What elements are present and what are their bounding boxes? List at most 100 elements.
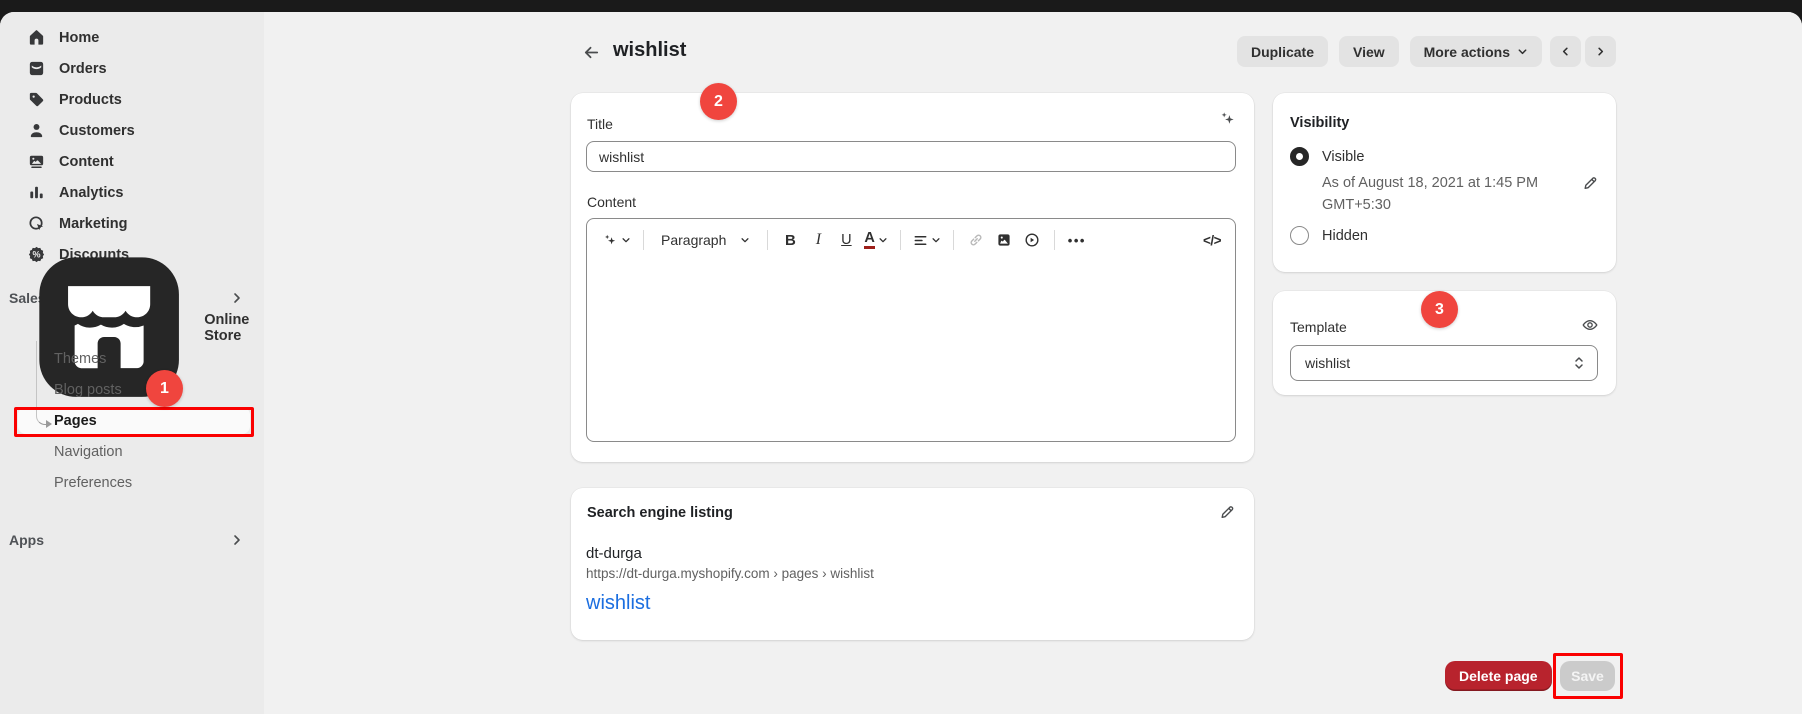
- chevron-down-icon: [740, 235, 750, 245]
- app-frame: Home Orders Products Customers Content A…: [0, 12, 1802, 714]
- more-tools-button[interactable]: •••: [1064, 226, 1090, 254]
- toolbar-divider: [1054, 230, 1055, 250]
- insert-video-button[interactable]: [1019, 226, 1045, 254]
- sidebar-item-label: Home: [59, 30, 99, 46]
- page-title: wishlist: [613, 39, 686, 62]
- delete-page-button[interactable]: Delete page: [1445, 661, 1552, 691]
- seo-card: Search engine listing dt-durga https://d…: [571, 488, 1254, 640]
- sidebar-item-orders[interactable]: Orders: [0, 53, 264, 84]
- save-button[interactable]: Save: [1560, 661, 1615, 691]
- template-value: wishlist: [1305, 355, 1350, 371]
- sidebar-item-label: Themes: [54, 351, 106, 367]
- online-store-group: Online Store Themes Blog posts Pages Nav…: [0, 312, 264, 498]
- radio-selected-icon[interactable]: [1290, 147, 1309, 166]
- sidebar-section-apps[interactable]: Apps: [0, 526, 264, 554]
- selected-pill: [18, 407, 250, 434]
- seo-url: https://dt-durga.myshopify.com › pages ›…: [586, 566, 874, 581]
- sidebar-item-label: Orders: [59, 61, 107, 77]
- editor-content-area[interactable]: [587, 261, 1235, 441]
- view-button[interactable]: View: [1339, 36, 1399, 67]
- sidebar-item-pages[interactable]: Pages: [0, 405, 264, 436]
- sidebar-item-label: Analytics: [59, 185, 123, 201]
- select-chevrons-icon: [1573, 356, 1585, 370]
- sidebar-item-online-store[interactable]: Online Store: [0, 312, 264, 343]
- duplicate-label: Duplicate: [1251, 44, 1314, 60]
- sidebar-item-label: Preferences: [54, 475, 132, 491]
- annotation-badge-2: 2: [700, 83, 737, 120]
- visible-date-note: As of August 18, 2021 at 1:45 PM GMT+5:3…: [1322, 172, 1544, 216]
- apps-label: Apps: [9, 532, 44, 548]
- home-icon: [27, 28, 46, 47]
- chevron-right-icon: [1595, 46, 1606, 57]
- sidebar-item-products[interactable]: Products: [0, 84, 264, 115]
- title-field-label: Title: [587, 116, 613, 132]
- sidebar-item-analytics[interactable]: Analytics: [0, 177, 264, 208]
- edit-pencil-icon[interactable]: [1582, 175, 1599, 192]
- title-input[interactable]: [586, 141, 1236, 172]
- bold-button[interactable]: B: [777, 226, 803, 254]
- hidden-label: Hidden: [1322, 228, 1368, 244]
- sidebar-item-label: Pages: [54, 413, 97, 429]
- media-icon: [27, 152, 46, 171]
- text-color-button[interactable]: A: [861, 226, 890, 254]
- sidebar-item-blog-posts[interactable]: Blog posts: [0, 374, 264, 405]
- edit-pencil-icon[interactable]: [1219, 504, 1236, 521]
- paragraph-label: Paragraph: [661, 232, 726, 248]
- chevron-down-icon: [621, 235, 631, 245]
- insert-link-button[interactable]: [963, 226, 989, 254]
- magic-sparkle-icon[interactable]: [1218, 109, 1237, 128]
- next-page-button[interactable]: [1585, 36, 1616, 67]
- template-select[interactable]: wishlist: [1290, 345, 1598, 381]
- duplicate-button[interactable]: Duplicate: [1237, 36, 1328, 67]
- align-left-icon: [913, 233, 928, 248]
- toolbar-divider: [767, 230, 768, 250]
- eye-icon[interactable]: [1581, 316, 1599, 334]
- link-icon: [968, 232, 984, 248]
- annotation-badge-1: 1: [146, 370, 183, 407]
- underline-button[interactable]: U: [833, 226, 859, 254]
- magic-ai-button[interactable]: [599, 226, 634, 254]
- tag-icon: [27, 90, 46, 109]
- sidebar-item-marketing[interactable]: Marketing: [0, 208, 264, 239]
- sidebar-item-content[interactable]: Content: [0, 146, 264, 177]
- sidebar-item-preferences[interactable]: Preferences: [0, 467, 264, 498]
- paragraph-style-dropdown[interactable]: Paragraph: [653, 226, 758, 254]
- sidebar-item-label: Customers: [59, 123, 135, 139]
- magic-sparkle-icon: [602, 232, 618, 248]
- more-actions-button[interactable]: More actions: [1410, 36, 1542, 67]
- header-actions: Duplicate View More actions: [1237, 36, 1616, 67]
- sidebar-item-home[interactable]: Home: [0, 22, 264, 53]
- sidebar-item-navigation[interactable]: Navigation: [0, 436, 264, 467]
- toolbar-divider: [643, 230, 644, 250]
- toolbar-divider: [953, 230, 954, 250]
- radio-unselected-icon[interactable]: [1290, 226, 1309, 245]
- back-arrow-icon: [582, 43, 601, 62]
- visibility-heading: Visibility: [1290, 115, 1349, 131]
- show-html-button[interactable]: </>: [1199, 226, 1225, 254]
- sidebar-item-label: Blog posts: [54, 382, 122, 398]
- hidden-radio-option[interactable]: Hidden: [1290, 226, 1368, 245]
- sidebar-item-label: Content: [59, 154, 114, 170]
- sidebar-item-label: Navigation: [54, 444, 123, 460]
- sidebar-item-customers[interactable]: Customers: [0, 115, 264, 146]
- chevron-right-icon: [230, 533, 244, 547]
- visible-radio-option[interactable]: Visible: [1290, 147, 1364, 166]
- italic-button[interactable]: I: [805, 226, 831, 254]
- chevron-down-icon: [931, 235, 941, 245]
- image-icon: [996, 232, 1012, 248]
- chevron-right-icon: [230, 291, 244, 305]
- more-actions-label: More actions: [1424, 44, 1510, 60]
- rich-text-editor[interactable]: Paragraph B I U A: [586, 218, 1236, 442]
- seo-page-link[interactable]: wishlist: [586, 592, 650, 615]
- insert-image-button[interactable]: [991, 226, 1017, 254]
- visibility-card: Visibility Visible As of August 18, 2021…: [1273, 93, 1616, 272]
- sidebar-item-themes[interactable]: Themes: [0, 343, 264, 374]
- prev-page-button[interactable]: [1550, 36, 1581, 67]
- target-cursor-icon: [27, 214, 46, 233]
- sidebar-item-label: Online Store: [204, 312, 264, 344]
- alignment-button[interactable]: [910, 226, 944, 254]
- back-button[interactable]: [577, 38, 605, 66]
- page-header: wishlist Duplicate View More actions: [264, 36, 1802, 68]
- pagination: [1550, 36, 1616, 67]
- sidebar-item-label: Marketing: [59, 216, 128, 232]
